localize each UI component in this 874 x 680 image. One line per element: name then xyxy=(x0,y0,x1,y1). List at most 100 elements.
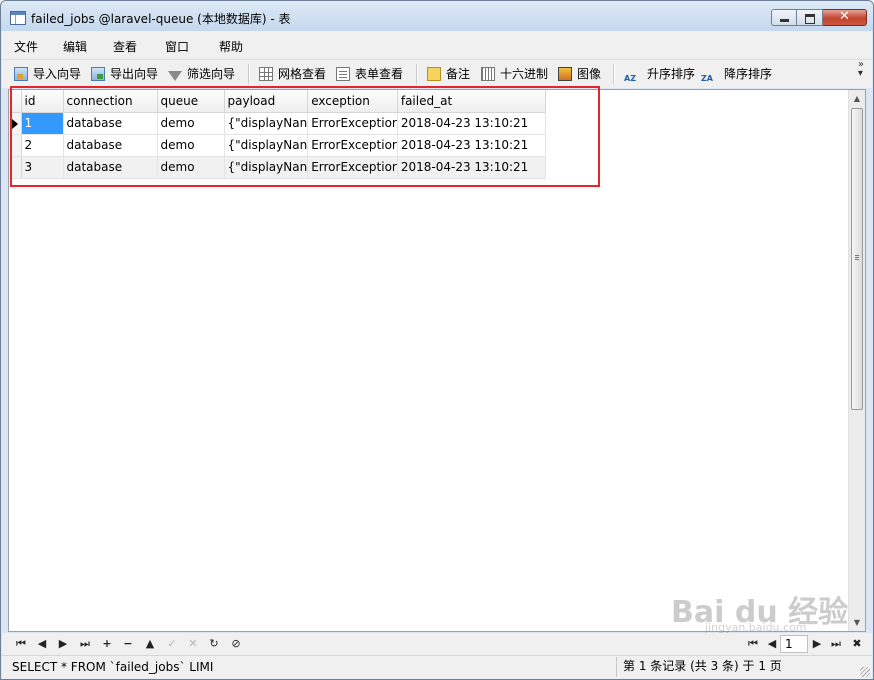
column-header-connection[interactable]: connection xyxy=(63,90,158,113)
edit-record-icon[interactable]: ▲ xyxy=(141,635,159,653)
sort-descending-button[interactable]: ZA 降序排序 xyxy=(701,65,772,83)
grid-header-row: id connection queue payload exception fa… xyxy=(9,90,546,113)
menu-edit[interactable]: 编辑 xyxy=(63,38,87,55)
grid-cell[interactable]: 2018-04-23 13:10:21 xyxy=(397,112,546,135)
next-page-icon[interactable]: ▶ xyxy=(808,635,826,653)
column-header-failed-at[interactable]: failed_at xyxy=(397,90,546,113)
form-view-button[interactable]: 表单查看 xyxy=(336,65,403,83)
grid-cell[interactable]: ErrorExceptior xyxy=(307,134,398,157)
page-number-input[interactable]: 1 xyxy=(780,635,808,653)
previous-page-icon[interactable]: ◀ xyxy=(763,635,781,653)
minimize-icon xyxy=(780,19,789,22)
grid-cell[interactable]: demo xyxy=(157,112,225,135)
hex-button[interactable]: 十六进制 xyxy=(481,65,548,83)
toolbar-overflow-icon[interactable]: » ▾ xyxy=(858,60,864,79)
sort-descending-icon: ZA xyxy=(701,74,713,83)
table-icon xyxy=(10,11,26,25)
grid-cell[interactable]: demo xyxy=(157,134,225,157)
first-record-icon[interactable]: ⏮ xyxy=(12,635,30,653)
scroll-up-icon[interactable]: ▲ xyxy=(849,90,865,107)
column-header-exception[interactable]: exception xyxy=(307,90,398,113)
record-navigation-bar: ⏮ ◀ ▶ ⏭ + − ▲ ✓ ✕ ↻ ⊘ ⏮ ◀ 1 ▶ ⏭ ✖ xyxy=(2,633,872,655)
grid-cell[interactable]: database xyxy=(63,156,158,179)
close-button[interactable]: ✕ xyxy=(823,9,867,26)
toolbar: 导入向导 导出向导 筛选向导 网格查看 表单查看 备注 十六进制 图像 AZ 升序… xyxy=(2,60,872,88)
grid-cell[interactable]: {"displayNan xyxy=(224,156,309,179)
grid-cell[interactable]: 3 xyxy=(21,156,64,179)
grid-cell[interactable]: database xyxy=(63,112,158,135)
import-wizard-button[interactable]: 导入向导 xyxy=(14,65,81,83)
resize-grip-icon[interactable] xyxy=(860,667,870,677)
column-header-payload[interactable]: payload xyxy=(224,90,309,113)
title-bar[interactable]: failed_jobs @laravel-queue (本地数据库) - 表 ✕ xyxy=(1,1,873,31)
toolbar-separator xyxy=(613,64,615,84)
first-page-icon[interactable]: ⏮ xyxy=(744,635,762,653)
delete-record-icon[interactable]: − xyxy=(119,635,137,653)
refresh-icon[interactable]: ↻ xyxy=(205,635,223,653)
add-record-icon[interactable]: + xyxy=(98,635,116,653)
image-button[interactable]: 图像 xyxy=(558,65,601,83)
menu-bar: 文件 编辑 查看 窗口 帮助 xyxy=(2,31,872,60)
scroll-down-icon[interactable]: ▼ xyxy=(849,614,865,631)
last-record-icon[interactable]: ⏭ xyxy=(76,635,94,653)
export-icon xyxy=(91,67,105,81)
menu-file[interactable]: 文件 xyxy=(14,38,38,55)
row-indicator[interactable] xyxy=(9,112,22,135)
export-label: 导出向导 xyxy=(110,67,159,81)
grid-cell[interactable]: {"displayNan xyxy=(224,134,309,157)
previous-record-icon[interactable]: ◀ xyxy=(33,635,51,653)
grid-cell[interactable]: 1 xyxy=(21,112,64,135)
minimize-button[interactable] xyxy=(771,9,797,26)
last-page-icon[interactable]: ⏭ xyxy=(827,635,845,653)
filter-icon xyxy=(168,71,182,81)
grid-cell[interactable]: ErrorExceptior xyxy=(307,112,398,135)
filter-wizard-button[interactable]: 筛选向导 xyxy=(168,65,235,83)
import-label: 导入向导 xyxy=(33,67,82,81)
toolbar-separator xyxy=(248,64,250,84)
apply-changes-icon[interactable]: ✓ xyxy=(163,635,181,653)
menu-window[interactable]: 窗口 xyxy=(165,38,189,55)
stop-icon[interactable]: ⊘ xyxy=(227,635,245,653)
memo-button[interactable]: 备注 xyxy=(427,65,470,83)
table-row[interactable]: 3 database demo {"displayNan ErrorExcept… xyxy=(9,156,546,179)
row-indicator[interactable] xyxy=(9,156,22,179)
vertical-scrollbar[interactable]: ▲ ▼ xyxy=(848,90,865,631)
grid-view-label: 网格查看 xyxy=(278,67,327,81)
grid-view-button[interactable]: 网格查看 xyxy=(259,65,326,83)
maximize-button[interactable] xyxy=(797,9,823,26)
data-grid-panel: id connection queue payload exception fa… xyxy=(8,89,866,632)
image-icon xyxy=(558,67,572,81)
hex-label: 十六进制 xyxy=(500,67,549,81)
form-icon xyxy=(336,67,350,81)
column-header-id[interactable]: id xyxy=(21,90,64,113)
scroll-thumb[interactable] xyxy=(851,108,863,410)
window-title: failed_jobs @laravel-queue (本地数据库) - 表 xyxy=(31,12,291,26)
column-header-queue[interactable]: queue xyxy=(157,90,225,113)
grid-cell[interactable]: 2018-04-23 13:10:21 xyxy=(397,156,546,179)
next-record-icon[interactable]: ▶ xyxy=(54,635,72,653)
discard-changes-icon[interactable]: ✕ xyxy=(184,635,202,653)
import-icon xyxy=(14,67,28,81)
sort-ascending-button[interactable]: AZ 升序排序 xyxy=(624,65,695,83)
tools-icon[interactable]: ✖ xyxy=(848,635,866,653)
record-count: 第 1 条记录 (共 3 条) 于 1 页 xyxy=(616,657,856,677)
grid-cell[interactable]: ErrorExceptior xyxy=(307,156,398,179)
grid-cell[interactable]: database xyxy=(63,134,158,157)
window-controls: ✕ xyxy=(771,9,867,26)
grid-cell[interactable]: 2 xyxy=(21,134,64,157)
export-wizard-button[interactable]: 导出向导 xyxy=(91,65,158,83)
toolbar-separator xyxy=(416,64,418,84)
grid-cell[interactable]: {"displayNan xyxy=(224,112,309,135)
table-row[interactable]: 2 database demo {"displayNan ErrorExcept… xyxy=(9,134,546,157)
maximize-icon xyxy=(805,14,815,24)
table-row[interactable]: 1 database demo {"displayNan ErrorExcept… xyxy=(9,112,546,135)
data-grid: id connection queue payload exception fa… xyxy=(9,90,546,179)
memo-label: 备注 xyxy=(446,67,471,81)
grid-cell[interactable]: demo xyxy=(157,156,225,179)
row-indicator[interactable] xyxy=(9,134,22,157)
menu-help[interactable]: 帮助 xyxy=(219,38,243,55)
grid-cell[interactable]: 2018-04-23 13:10:21 xyxy=(397,134,546,157)
menu-view[interactable]: 查看 xyxy=(113,38,137,55)
grip-icon xyxy=(855,255,859,261)
sort-ascending-label: 升序排序 xyxy=(647,67,696,81)
